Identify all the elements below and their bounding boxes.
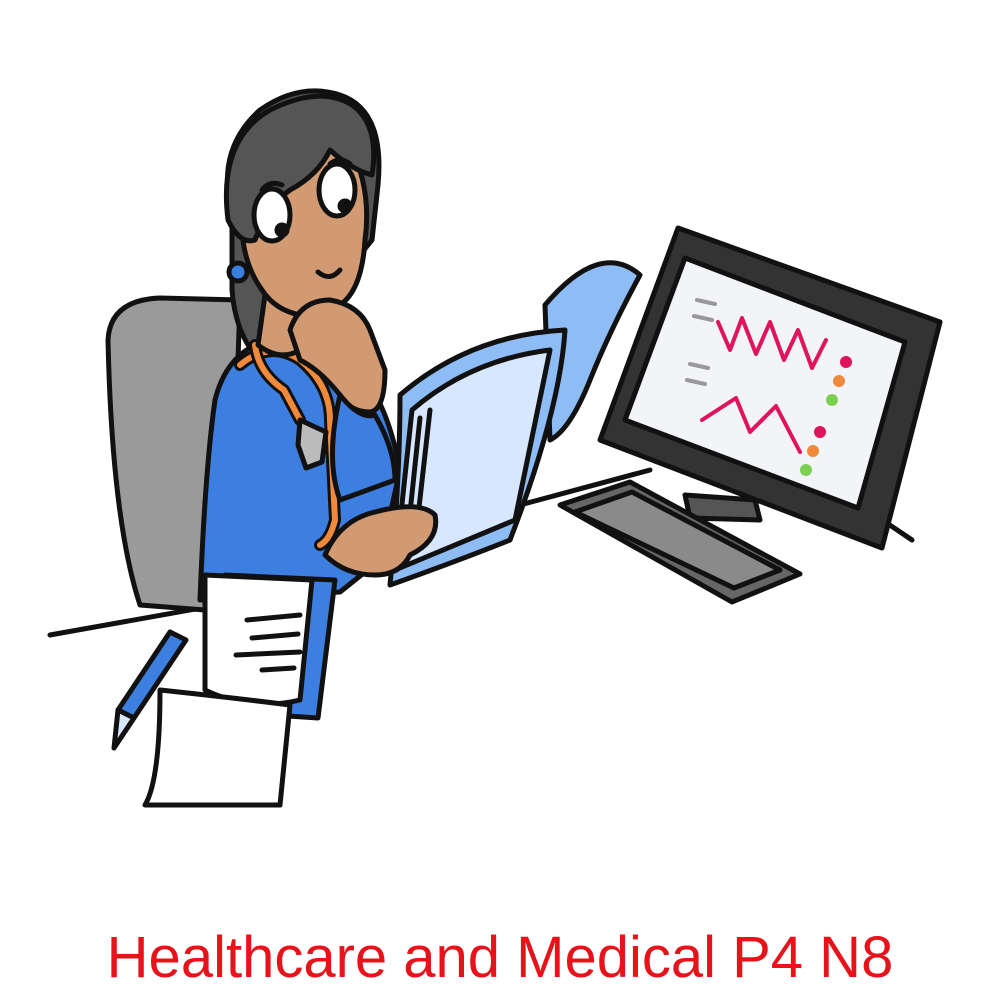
healthcare-illustration [47, 88, 943, 808]
caption-title: Healthcare and Medical P4 N8 [106, 925, 894, 990]
earring [226, 260, 250, 284]
